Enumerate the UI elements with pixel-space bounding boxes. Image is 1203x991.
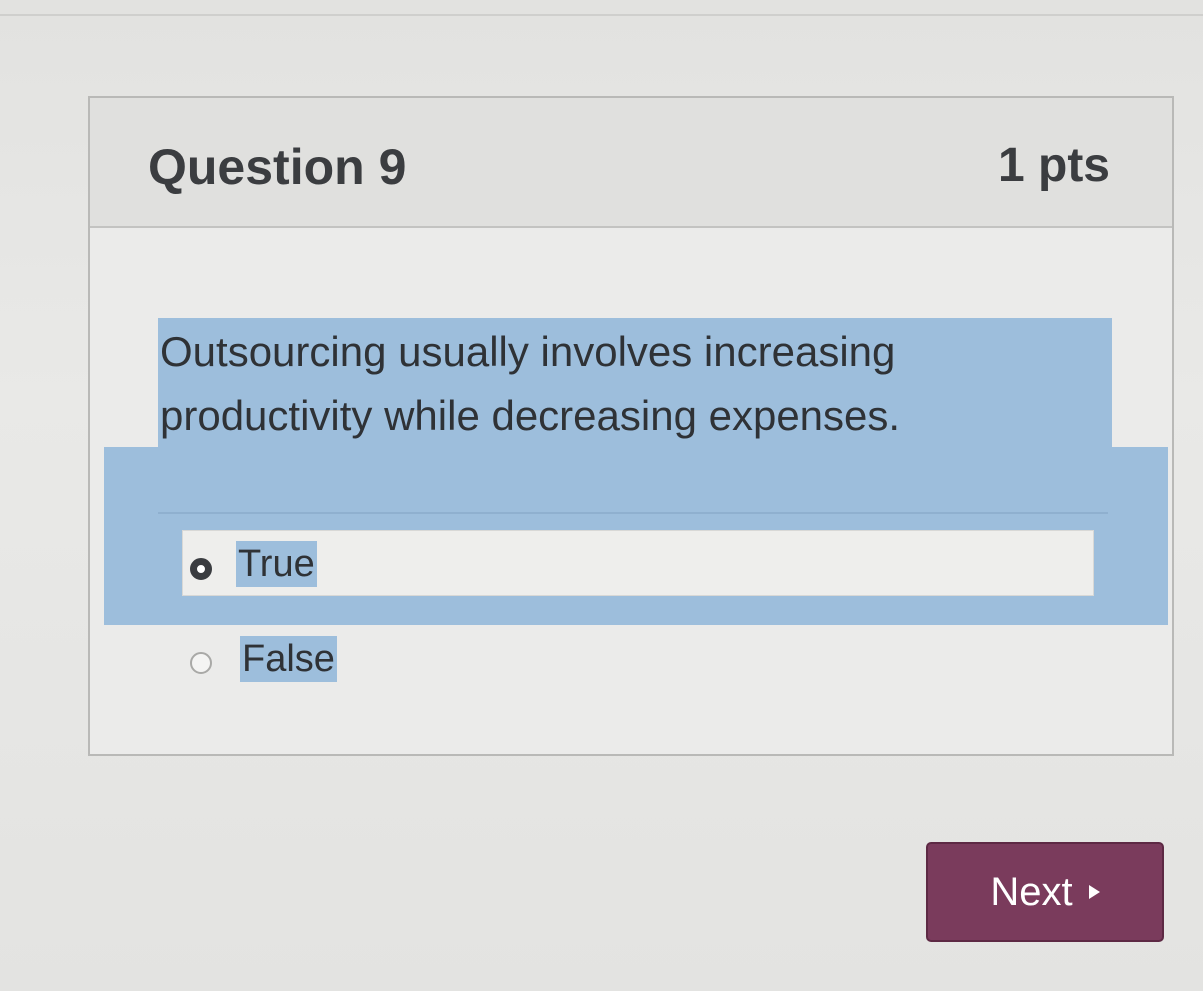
radio-true-selected[interactable] [190, 558, 212, 580]
question-card: Question 9 1 pts Outsourcing usually inv… [88, 96, 1174, 756]
answers-divider [158, 512, 1108, 514]
answer-label-true[interactable]: True [236, 541, 317, 587]
top-divider [0, 14, 1203, 16]
radio-false[interactable] [190, 652, 212, 674]
answer-label-false[interactable]: False [240, 636, 337, 682]
question-title: Question 9 [148, 139, 407, 195]
play-arrow-icon [1088, 885, 1100, 900]
next-button[interactable]: Next [926, 842, 1164, 942]
quiz-page: Question 9 1 pts Outsourcing usually inv… [0, 0, 1203, 991]
next-button-label: Next [990, 870, 1073, 914]
question-header: Question 9 1 pts [90, 98, 1172, 228]
answer-option-true[interactable] [182, 530, 1094, 596]
question-text: Outsourcing usually involves increasing … [160, 328, 901, 439]
question-points: 1 pts [997, 139, 1110, 192]
